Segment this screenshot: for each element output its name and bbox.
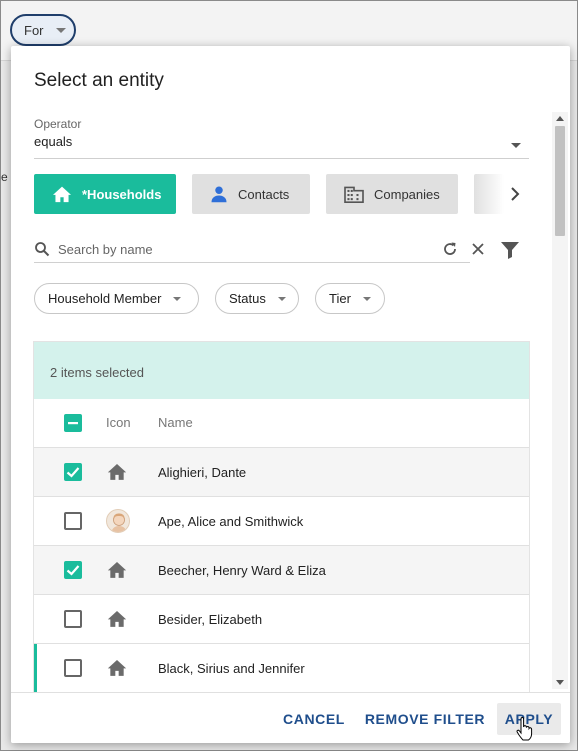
checkmark-icon <box>66 565 80 576</box>
table-row[interactable]: Besider, Elizabeth <box>34 595 529 644</box>
filter-household-member[interactable]: Household Member <box>34 283 199 314</box>
operator-value: equals <box>34 134 73 149</box>
operator-select[interactable]: equals <box>34 134 529 159</box>
select-all-checkbox[interactable] <box>64 414 82 432</box>
chevron-down-icon <box>277 296 286 301</box>
chevron-right-icon[interactable] <box>505 184 525 204</box>
tab-contacts-label: Contacts <box>238 186 290 202</box>
table-row[interactable]: Ape, Alice and Smithwick <box>34 497 529 546</box>
dialog-title: Select an entity <box>34 70 164 91</box>
filter-household-member-label: Household Member <box>48 291 162 306</box>
checkmark-icon <box>66 467 80 478</box>
table-row[interactable]: Alighieri, Dante <box>34 448 529 497</box>
person-icon <box>211 186 227 203</box>
remove-filter-button[interactable]: REMOVE FILTER <box>363 703 487 735</box>
search-input[interactable] <box>58 240 388 258</box>
house-icon <box>53 186 71 203</box>
close-icon[interactable] <box>471 242 485 256</box>
avatar <box>106 509 130 533</box>
row-checkbox[interactable] <box>64 561 82 579</box>
table-row[interactable]: Beecher, Henry Ward & Eliza <box>34 546 529 595</box>
house-icon <box>107 464 127 480</box>
search-bar <box>34 237 484 263</box>
house-icon <box>107 611 127 627</box>
row-checkbox[interactable] <box>64 659 82 677</box>
caret-down-icon <box>511 143 521 148</box>
chevron-down-icon <box>362 296 371 301</box>
filter-tier-label: Tier <box>329 291 351 306</box>
table-row[interactable]: Black, Sirius and Jennifer <box>34 644 529 693</box>
row-name: Ape, Alice and Smithwick <box>158 514 304 529</box>
filter-status[interactable]: Status <box>215 283 299 314</box>
search-icon <box>35 242 50 257</box>
tab-contacts[interactable]: Contacts <box>192 174 310 214</box>
select-entity-dialog: Select an entity Operator equals *Househ… <box>11 46 570 743</box>
row-focus-accent <box>34 644 37 692</box>
tab-overflow-partial[interactable] <box>474 174 504 214</box>
list-header: Icon Name <box>34 399 529 448</box>
entity-tabs: *Households Contacts Companies <box>34 174 504 214</box>
for-filter-chip[interactable]: For <box>10 14 76 46</box>
background-partial-text: e <box>1 170 8 184</box>
house-icon <box>107 660 127 676</box>
row-checkbox[interactable] <box>64 610 82 628</box>
dialog-footer: CANCEL REMOVE FILTER APPLY <box>11 692 570 743</box>
selection-status-bar: 2 items selected <box>34 342 529 399</box>
tab-households-label: *Households <box>82 186 162 202</box>
filter-funnel-icon[interactable] <box>500 240 520 260</box>
indeterminate-icon <box>68 422 78 425</box>
column-header-icon: Icon <box>106 415 131 430</box>
filter-tier[interactable]: Tier <box>315 283 385 314</box>
chevron-down-icon <box>55 27 66 33</box>
scroll-up-arrow-icon[interactable] <box>556 116 564 121</box>
for-chip-label: For <box>24 22 44 38</box>
entity-list: 2 items selected Icon Name Alighieri, Da… <box>33 341 530 701</box>
selection-count: 2 items selected <box>50 365 144 380</box>
scrollbar-thumb[interactable] <box>555 126 565 236</box>
cancel-button[interactable]: CANCEL <box>279 703 349 735</box>
chevron-down-icon <box>173 296 182 301</box>
refresh-icon[interactable] <box>442 241 458 257</box>
row-name: Besider, Elizabeth <box>158 612 263 627</box>
avatar-portrait-icon <box>111 513 127 532</box>
row-checkbox[interactable] <box>64 512 82 530</box>
filter-status-label: Status <box>229 291 266 306</box>
tab-companies[interactable]: Companies <box>326 174 458 214</box>
row-name: Alighieri, Dante <box>158 465 247 480</box>
tab-households[interactable]: *Households <box>34 174 176 214</box>
scroll-down-arrow-icon[interactable] <box>556 680 564 685</box>
hand-cursor-icon <box>516 717 533 741</box>
dialog-scrollbar[interactable] <box>552 112 568 689</box>
tab-companies-label: Companies <box>374 186 440 202</box>
column-header-name[interactable]: Name <box>158 415 193 430</box>
row-name: Black, Sirius and Jennifer <box>158 661 305 676</box>
house-icon <box>107 562 127 578</box>
operator-label: Operator <box>34 117 82 131</box>
row-checkbox[interactable] <box>64 463 82 481</box>
row-name: Beecher, Henry Ward & Eliza <box>158 563 326 578</box>
building-icon <box>344 186 364 203</box>
